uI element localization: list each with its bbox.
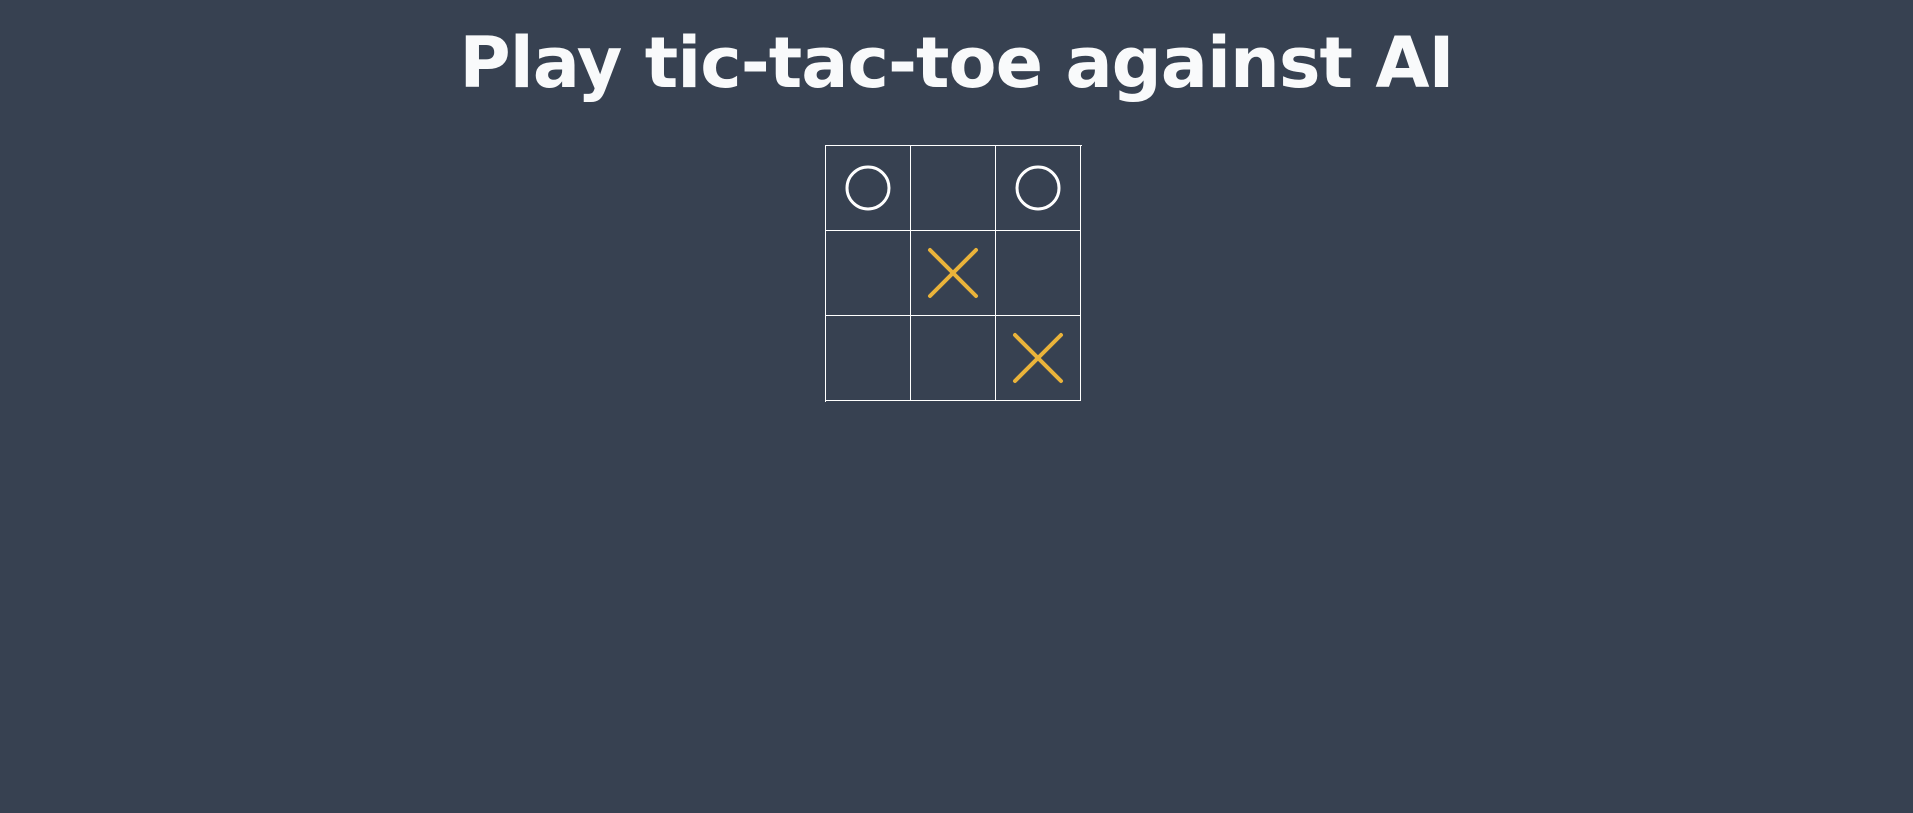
board-cell-7[interactable] — [826, 316, 911, 401]
board-cell-1[interactable] — [826, 146, 911, 231]
board-cell-5[interactable] — [911, 231, 996, 316]
board-cell-9[interactable] — [996, 316, 1081, 401]
board-cell-2[interactable] — [911, 146, 996, 231]
game-board — [825, 145, 1082, 402]
o-mark-icon — [1015, 165, 1061, 211]
x-mark-icon — [928, 248, 978, 298]
board-cell-4[interactable] — [826, 231, 911, 316]
board-cell-6[interactable] — [996, 231, 1081, 316]
board-cell-8[interactable] — [911, 316, 996, 401]
page-title: Play tic-tac-toe against AI — [459, 22, 1454, 104]
board-cell-3[interactable] — [996, 146, 1081, 231]
x-mark-icon — [1013, 333, 1063, 383]
o-mark-icon — [845, 165, 891, 211]
